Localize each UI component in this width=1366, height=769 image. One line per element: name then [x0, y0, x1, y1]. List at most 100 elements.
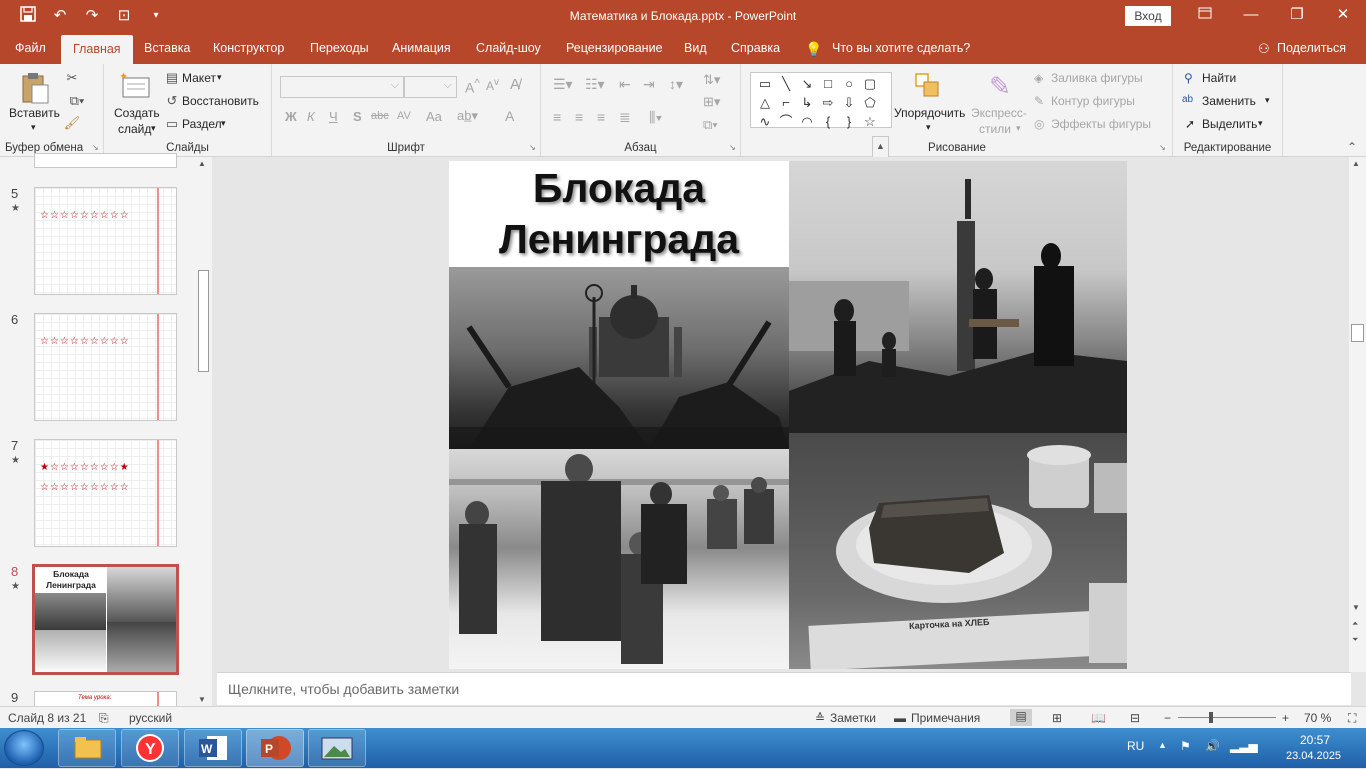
- decrease-font-icon[interactable]: Av: [486, 77, 499, 93]
- zoom-slider[interactable]: [1178, 717, 1276, 718]
- action-center-icon[interactable]: ⚑: [1180, 739, 1191, 753]
- decrease-indent-icon[interactable]: ⇤: [619, 76, 631, 93]
- new-slide-icon[interactable]: ✦: [118, 70, 152, 100]
- notes-pane[interactable]: Щелкните, чтобы добавить заметки: [217, 672, 1351, 705]
- italic-button[interactable]: К: [307, 109, 315, 124]
- slide-thumbnail-7[interactable]: ★☆☆☆☆☆☆☆★ ☆☆☆☆☆☆☆☆☆: [34, 439, 177, 547]
- paste-icon[interactable]: [18, 70, 52, 106]
- increase-indent-icon[interactable]: ⇥: [643, 76, 655, 93]
- align-right-icon[interactable]: ≡: [597, 109, 605, 125]
- paste-button[interactable]: Вставить: [9, 106, 60, 120]
- photo-women-rostral-column[interactable]: [789, 161, 1127, 433]
- layout-button[interactable]: Макет: [182, 71, 216, 85]
- increase-font-icon[interactable]: A^: [465, 77, 480, 96]
- find-button[interactable]: Найти: [1202, 71, 1236, 85]
- tab-view[interactable]: Вид: [684, 41, 707, 55]
- yandex-browser-taskbar-icon[interactable]: Y: [121, 729, 179, 767]
- quick-styles-icon[interactable]: ✎: [984, 71, 1016, 101]
- paragraph-launcher-icon[interactable]: ↘: [729, 143, 736, 152]
- select-dropdown-icon[interactable]: ▾: [1258, 118, 1263, 129]
- quick-styles-dropdown-icon[interactable]: ▾: [1016, 123, 1021, 134]
- highlight-icon[interactable]: ab̲▾: [457, 108, 478, 124]
- normal-view-icon[interactable]: ▤: [1010, 709, 1032, 726]
- notes-icon[interactable]: ≙: [815, 711, 825, 725]
- thumbnails-scrollbar[interactable]: ▲ ▼: [195, 157, 212, 706]
- tab-slideshow[interactable]: Слайд-шоу: [476, 41, 541, 55]
- align-left-icon[interactable]: ≡: [553, 109, 561, 125]
- tab-design[interactable]: Конструктор: [213, 41, 284, 55]
- tab-home[interactable]: Главная: [61, 35, 133, 64]
- comments-button[interactable]: Примечания: [911, 711, 980, 725]
- tab-animations[interactable]: Анимация: [392, 41, 451, 55]
- zoom-out-icon[interactable]: −: [1164, 711, 1171, 725]
- section-dropdown-icon[interactable]: ▾: [221, 118, 226, 129]
- bold-button[interactable]: Ж: [285, 109, 297, 124]
- explorer-taskbar-icon[interactable]: [58, 729, 116, 767]
- text-direction-icon[interactable]: ⇅▾: [703, 72, 720, 88]
- select-button[interactable]: Выделить: [1202, 117, 1257, 131]
- spellcheck-icon[interactable]: ⎘: [99, 711, 109, 726]
- font-name-combo[interactable]: ⌵: [280, 76, 404, 98]
- ribbon-display-options-icon[interactable]: [1182, 0, 1228, 33]
- slide-thumbnail-6[interactable]: ☆☆☆☆☆☆☆☆☆: [34, 313, 177, 421]
- editor-scrollbar[interactable]: ▲ ▼ ⏶ ⏷: [1349, 157, 1366, 672]
- replace-icon[interactable]: ab: [1182, 94, 1193, 105]
- quick-styles-label-1[interactable]: Экспресс-: [971, 106, 1027, 120]
- tab-review[interactable]: Рецензирование: [566, 41, 663, 55]
- underline-button[interactable]: Ч: [329, 109, 338, 124]
- columns-icon[interactable]: ⫼▾: [649, 109, 662, 126]
- clear-formatting-icon[interactable]: A̸: [510, 76, 520, 93]
- show-hidden-icons-icon[interactable]: ▲: [1158, 740, 1167, 750]
- slide-thumbnail-8-selected[interactable]: Блокада Ленинграда: [32, 564, 179, 675]
- clock-time[interactable]: 20:57: [1300, 733, 1330, 747]
- comments-icon[interactable]: ▬: [894, 711, 906, 725]
- input-language[interactable]: RU: [1127, 739, 1144, 753]
- notes-button[interactable]: Заметки: [830, 711, 876, 725]
- shape-effects-icon[interactable]: ◎: [1034, 117, 1044, 131]
- line-spacing-icon[interactable]: ↕▾: [669, 76, 683, 93]
- char-spacing-button[interactable]: AV: [397, 110, 411, 122]
- restore-icon[interactable]: ❐: [1274, 0, 1320, 33]
- photo-anti-aircraft-guns[interactable]: [449, 267, 789, 449]
- start-button-icon[interactable]: [4, 730, 44, 766]
- language-indicator[interactable]: русский: [129, 711, 172, 725]
- tab-insert[interactable]: Вставка: [144, 41, 190, 55]
- bullets-icon[interactable]: ☰▾: [553, 76, 573, 93]
- font-color-button[interactable]: A: [505, 108, 514, 124]
- clock-date[interactable]: 23.04.2025: [1286, 750, 1341, 762]
- layout-icon[interactable]: ▤: [164, 70, 180, 85]
- clipboard-launcher-icon[interactable]: ↘: [92, 143, 99, 152]
- photo-bread-ration[interactable]: Карточка на ХЛЕБ: [789, 433, 1127, 669]
- arrange-button[interactable]: Упорядочить: [894, 106, 965, 120]
- shape-fill-button[interactable]: Заливка фигуры: [1051, 71, 1143, 85]
- align-text-icon[interactable]: ⊞▾: [703, 94, 720, 110]
- find-icon[interactable]: ⚲: [1184, 71, 1193, 85]
- slide-canvas[interactable]: Блокада Ленинграда Карточка на ХЛЕБ: [449, 161, 1127, 669]
- collapse-ribbon-icon[interactable]: ⌃: [1347, 140, 1357, 154]
- cut-icon[interactable]: ✂: [63, 70, 81, 86]
- close-icon[interactable]: ✕: [1320, 0, 1366, 33]
- drawing-launcher-icon[interactable]: ↘: [1159, 143, 1166, 152]
- arrange-icon[interactable]: [912, 71, 944, 101]
- section-button[interactable]: Раздел: [182, 117, 222, 131]
- tab-transitions[interactable]: Переходы: [310, 41, 369, 55]
- section-icon[interactable]: ▭: [164, 116, 180, 131]
- volume-icon[interactable]: 🔊: [1205, 739, 1220, 753]
- shadow-button[interactable]: S: [353, 109, 362, 124]
- fit-to-window-icon[interactable]: ⛶: [1348, 711, 1356, 726]
- shape-outline-icon[interactable]: ✎: [1034, 94, 1044, 108]
- replace-dropdown-icon[interactable]: ▾: [1265, 95, 1270, 106]
- reset-button[interactable]: Восстановить: [182, 94, 259, 108]
- shape-outline-button[interactable]: Контур фигуры: [1051, 94, 1135, 108]
- new-slide-label-1[interactable]: Создать: [114, 106, 160, 120]
- justify-icon[interactable]: ≣: [619, 109, 631, 126]
- paste-dropdown-icon[interactable]: ▾: [31, 122, 36, 133]
- smartart-icon[interactable]: ⧉▾: [703, 117, 718, 133]
- copy-icon[interactable]: ⧉▾: [63, 93, 91, 109]
- photo-refugees-in-snow[interactable]: [449, 449, 789, 669]
- select-icon[interactable]: ➚: [1185, 117, 1195, 131]
- shape-effects-button[interactable]: Эффекты фигуры: [1051, 117, 1151, 131]
- minimize-icon[interactable]: —: [1228, 0, 1274, 33]
- slide-title[interactable]: Блокада Ленинграда: [449, 161, 789, 267]
- new-slide-dropdown-icon[interactable]: ▾: [151, 123, 156, 134]
